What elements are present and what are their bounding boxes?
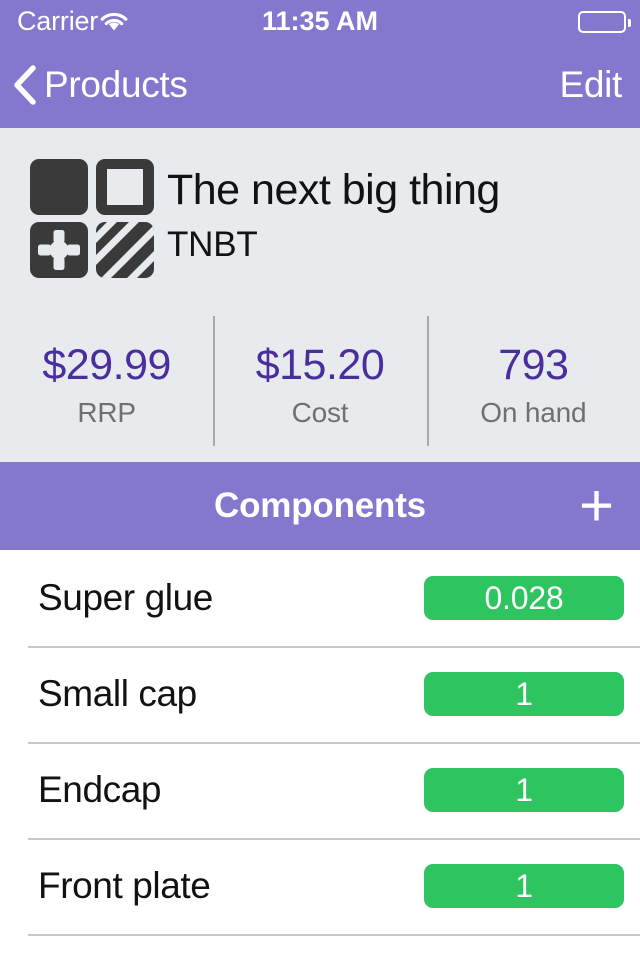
tile-hatched-icon [96,222,154,278]
component-quantity-badge[interactable]: 1 [424,864,624,908]
product-stats: $29.99 RRP $15.20 Cost 793 On hand [0,316,640,452]
component-name: Front plate [38,865,211,906]
edit-button[interactable]: Edit [559,42,622,128]
component-quantity-badge[interactable]: 0.028 [424,576,624,620]
component-name: Endcap [38,769,162,810]
tile-outline-icon [96,159,154,215]
stat-label: RRP [77,397,136,428]
components-section-header: Components + [0,462,640,550]
stat-rrp: $29.99 RRP [0,318,213,452]
table-row[interactable]: Super glue 0.028 [0,550,640,646]
table-row[interactable]: Front plate 1 [0,838,640,934]
product-title: The next big thing [167,166,500,214]
stat-label: Cost [291,397,349,428]
tile-node-icon [30,222,88,278]
product-detail-screen: Carrier 11:35 AM Products Edit The next … [0,0,640,960]
product-tiles-icon [30,159,154,278]
stat-on-hand: 793 On hand [426,316,640,452]
tile-filled-icon [30,159,88,215]
stat-value: 793 [498,341,569,389]
plus-icon[interactable]: + [579,462,614,550]
battery-full-icon [578,11,631,33]
table-row[interactable]: Endcap 1 [0,742,640,838]
product-info-card: The next big thing TNBT $29.99 RRP $15.2… [0,128,640,462]
product-sku: TNBT [167,225,258,264]
back-button[interactable]: Products [12,42,198,128]
component-quantity-badge[interactable]: 1 [424,768,624,812]
stat-label: On hand [480,397,587,428]
clock-label: 11:35 AM [261,6,379,36]
status-bar: Carrier 11:35 AM [0,0,640,42]
table-row[interactable]: Small cap 1 [0,646,640,742]
component-quantity-badge[interactable]: 1 [424,672,624,716]
stat-cost: $15.20 Cost [213,316,426,452]
stat-value: $15.20 [255,341,385,389]
battery-fill [582,15,623,29]
node-glyph [38,230,80,270]
navigation-bar: Products Edit [0,42,640,128]
component-name: Super glue [38,577,213,618]
component-name: Small cap [38,673,197,714]
stat-value: $29.99 [42,341,171,389]
components-section-title: Components [214,486,426,525]
table-row[interactable] [0,934,640,960]
hatch-glyph [96,222,154,278]
back-button-label: Products [44,64,188,105]
components-list[interactable]: Super glue 0.028 Small cap 1 Endcap 1 Fr… [0,550,640,960]
chevron-left-icon [14,65,36,105]
